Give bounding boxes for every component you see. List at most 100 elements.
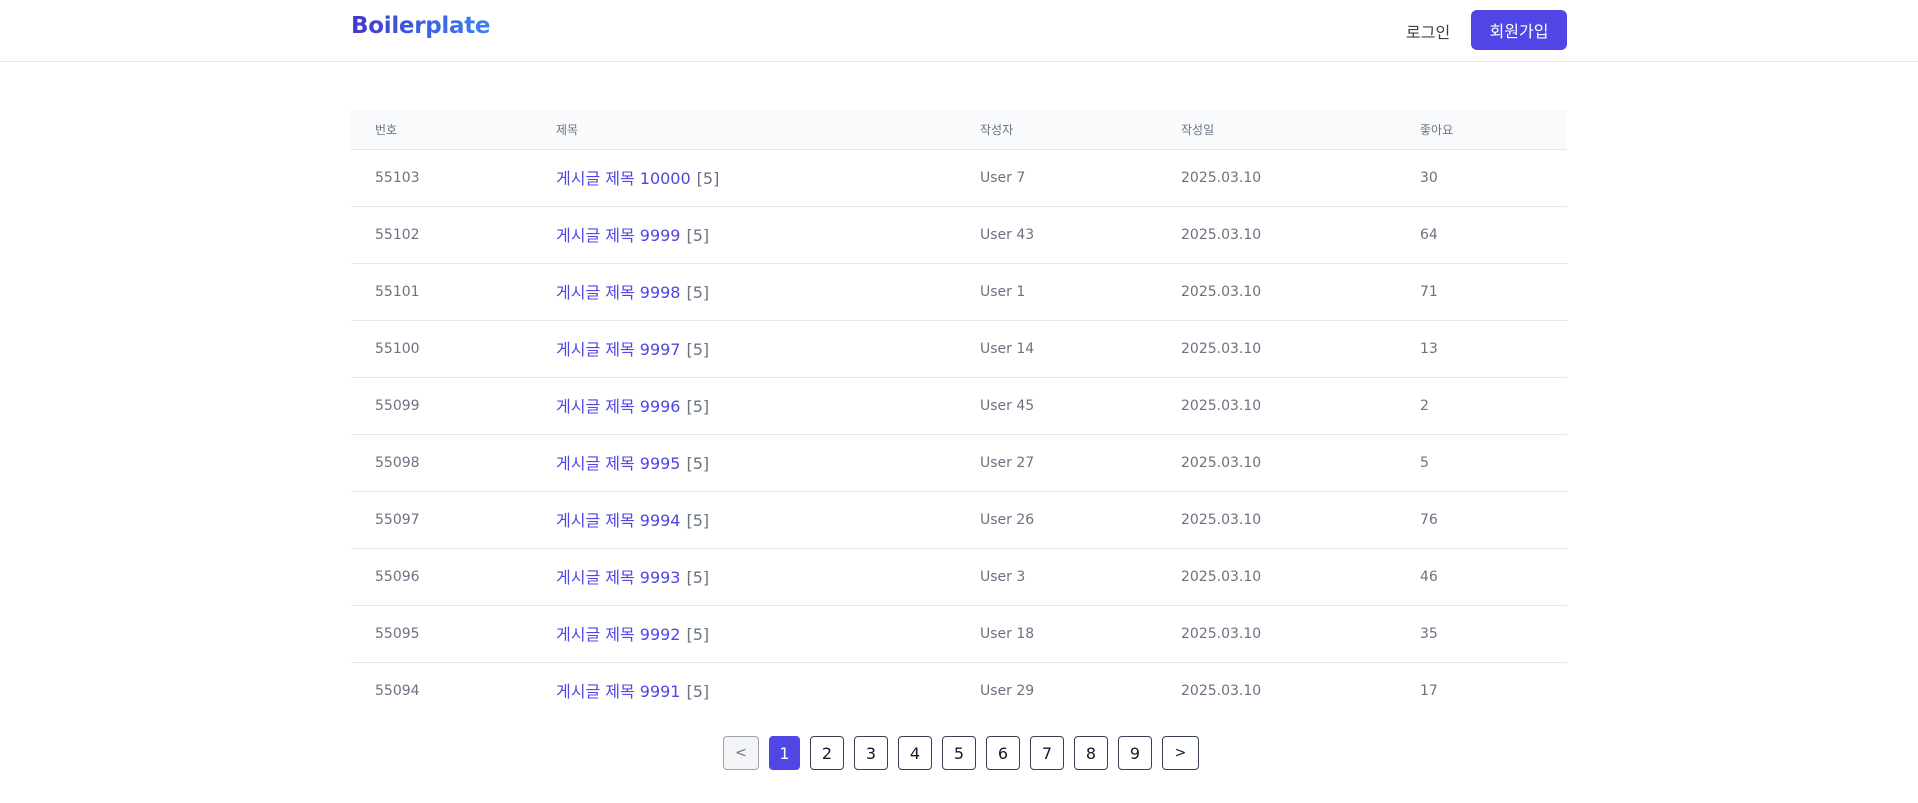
page-number-list: 123456789: [769, 736, 1152, 770]
post-date: 2025.03.10: [1181, 455, 1262, 471]
post-title-link[interactable]: 게시글 제목 9995: [556, 454, 681, 473]
post-title-cell: 게시글 제목 10000 [5]: [556, 150, 719, 209]
post-number: 55101: [375, 284, 420, 300]
page-button-8[interactable]: 8: [1074, 736, 1108, 770]
page-button-7[interactable]: 7: [1030, 736, 1064, 770]
comment-count: [5]: [686, 397, 710, 416]
board-table: 번호 제목 작성자 작성일 좋아요 55103 게시글 제목 10000 [5] Us…: [351, 110, 1567, 720]
table-body: 55103 게시글 제목 10000 [5] User 7 2025.03.10 30 55…: [351, 150, 1567, 720]
post-number: 55096: [375, 569, 420, 585]
post-author: User 1: [980, 284, 1026, 300]
comment-count: [5]: [686, 283, 710, 302]
post-likes: 30: [1420, 170, 1438, 186]
post-title-link[interactable]: 게시글 제목 9996: [556, 397, 681, 416]
post-title-cell: 게시글 제목 9995 [5]: [556, 435, 709, 494]
post-title-cell: 게시글 제목 9994 [5]: [556, 492, 709, 551]
page-button-9[interactable]: 9: [1118, 736, 1152, 770]
post-date: 2025.03.10: [1181, 227, 1262, 243]
column-header-date: 작성일: [1181, 123, 1215, 137]
post-likes: 76: [1420, 512, 1438, 528]
post-number: 55103: [375, 170, 420, 186]
post-title-link[interactable]: 게시글 제목 9999: [556, 226, 681, 245]
top-nav: Boilerplate 로그인 회원가입: [0, 0, 1918, 62]
comment-count: [5]: [696, 169, 720, 188]
post-likes: 35: [1420, 626, 1438, 642]
post-number: 55094: [375, 683, 420, 699]
post-author: User 18: [980, 626, 1035, 642]
post-date: 2025.03.10: [1181, 626, 1262, 642]
page-button-3[interactable]: 3: [854, 736, 888, 770]
comment-count: [5]: [686, 625, 710, 644]
column-header-likes: 좋아요: [1420, 123, 1454, 137]
post-number: 55098: [375, 455, 420, 471]
table-row: 55094 게시글 제목 9991 [5] User 29 2025.03.10 17: [351, 663, 1567, 720]
post-title-cell: 게시글 제목 9996 [5]: [556, 378, 709, 437]
post-author: User 43: [980, 227, 1035, 243]
table-row: 55102 게시글 제목 9999 [5] User 43 2025.03.10 64: [351, 207, 1567, 264]
post-title-cell: 게시글 제목 9999 [5]: [556, 207, 709, 266]
post-author: User 29: [980, 683, 1035, 699]
post-author: User 26: [980, 512, 1035, 528]
page-button-1[interactable]: 1: [769, 736, 800, 770]
login-link[interactable]: 로그인: [1406, 19, 1450, 43]
signup-button[interactable]: 회원가입: [1471, 10, 1567, 50]
table-row: 55100 게시글 제목 9997 [5] User 14 2025.03.10 13: [351, 321, 1567, 378]
post-title-link[interactable]: 게시글 제목 9991: [556, 682, 681, 701]
post-date: 2025.03.10: [1181, 569, 1262, 585]
comment-count: [5]: [686, 340, 710, 359]
post-likes: 13: [1420, 341, 1438, 357]
post-title-cell: 게시글 제목 9992 [5]: [556, 606, 709, 665]
column-header-title: 제목: [556, 123, 579, 137]
post-likes: 2: [1420, 398, 1429, 414]
post-number: 55102: [375, 227, 420, 243]
post-number: 55097: [375, 512, 420, 528]
post-title-link[interactable]: 게시글 제목 10000: [556, 169, 691, 188]
post-number: 55095: [375, 626, 420, 642]
post-title-cell: 게시글 제목 9991 [5]: [556, 663, 709, 722]
post-author: User 14: [980, 341, 1035, 357]
post-date: 2025.03.10: [1181, 341, 1262, 357]
page-button-6[interactable]: 6: [986, 736, 1020, 770]
post-title-link[interactable]: 게시글 제목 9998: [556, 283, 681, 302]
post-author: User 7: [980, 170, 1026, 186]
post-date: 2025.03.10: [1181, 398, 1262, 414]
post-title-link[interactable]: 게시글 제목 9997: [556, 340, 681, 359]
table-row: 55101 게시글 제목 9998 [5] User 1 2025.03.10 71: [351, 264, 1567, 321]
comment-count: [5]: [686, 226, 710, 245]
prev-page-button[interactable]: <: [723, 736, 759, 770]
post-title-cell: 게시글 제목 9997 [5]: [556, 321, 709, 380]
post-number: 55099: [375, 398, 420, 414]
post-title-cell: 게시글 제목 9993 [5]: [556, 549, 709, 608]
next-page-button[interactable]: >: [1162, 736, 1199, 770]
table-row: 55099 게시글 제목 9996 [5] User 45 2025.03.10 2: [351, 378, 1567, 435]
comment-count: [5]: [686, 682, 710, 701]
post-likes: 64: [1420, 227, 1438, 243]
post-title-link[interactable]: 게시글 제목 9994: [556, 511, 681, 530]
post-date: 2025.03.10: [1181, 683, 1262, 699]
column-header-author: 작성자: [980, 123, 1014, 137]
table-row: 55097 게시글 제목 9994 [5] User 26 2025.03.10 76: [351, 492, 1567, 549]
table-row: 55095 게시글 제목 9992 [5] User 18 2025.03.10 35: [351, 606, 1567, 663]
comment-count: [5]: [686, 454, 710, 473]
page-button-2[interactable]: 2: [810, 736, 844, 770]
post-likes: 46: [1420, 569, 1438, 585]
post-author: User 45: [980, 398, 1035, 414]
post-author: User 27: [980, 455, 1035, 471]
comment-count: [5]: [686, 511, 710, 530]
pagination: < 123456789 >: [723, 736, 1199, 770]
column-header-number: 번호: [375, 123, 398, 137]
post-title-link[interactable]: 게시글 제목 9993: [556, 568, 681, 587]
post-likes: 71: [1420, 284, 1438, 300]
page-button-5[interactable]: 5: [942, 736, 976, 770]
post-number: 55100: [375, 341, 420, 357]
post-title-link[interactable]: 게시글 제목 9992: [556, 625, 681, 644]
page-button-4[interactable]: 4: [898, 736, 932, 770]
post-date: 2025.03.10: [1181, 512, 1262, 528]
comment-count: [5]: [686, 568, 710, 587]
table-row: 55098 게시글 제목 9995 [5] User 27 2025.03.10 5: [351, 435, 1567, 492]
post-date: 2025.03.10: [1181, 170, 1262, 186]
post-likes: 5: [1420, 455, 1429, 471]
post-author: User 3: [980, 569, 1026, 585]
logo[interactable]: Boilerplate: [351, 13, 491, 39]
table-header: 번호 제목 작성자 작성일 좋아요: [351, 110, 1567, 150]
